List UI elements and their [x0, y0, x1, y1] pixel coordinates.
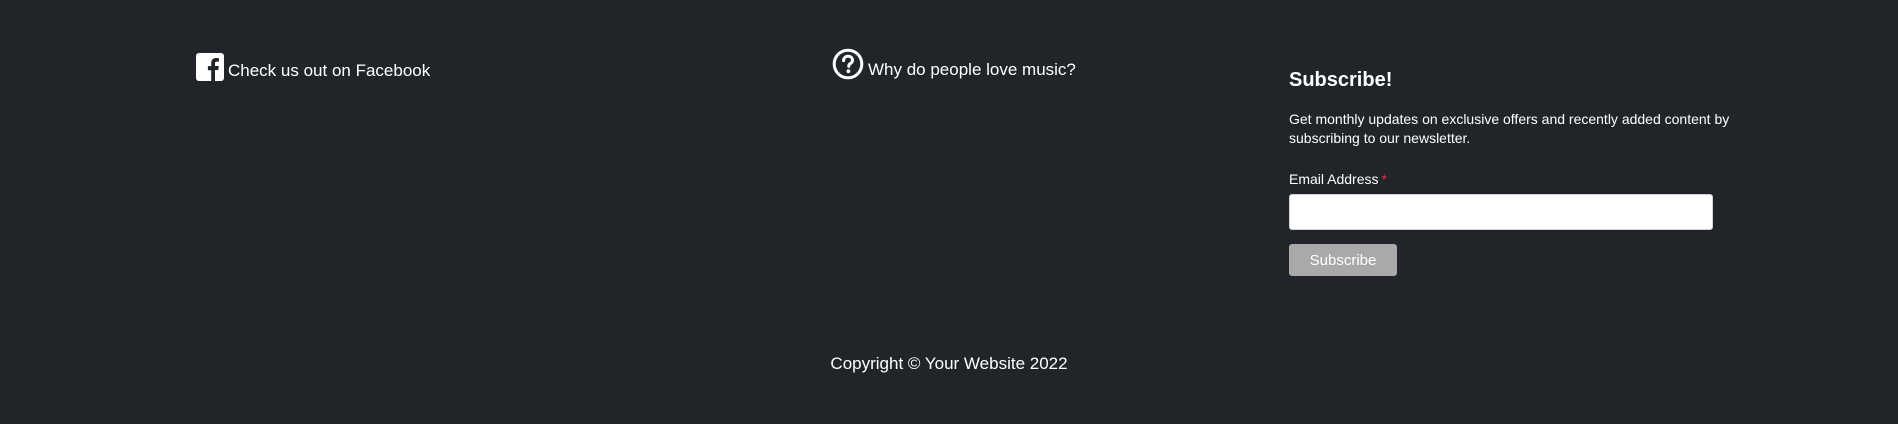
required-marker: *: [1381, 171, 1387, 187]
newsletter-section: Subscribe! Get monthly updates on exclus…: [1289, 66, 1749, 276]
question-circle-icon: [832, 48, 864, 80]
facebook-link-label: Check us out on Facebook: [228, 61, 431, 80]
facebook-icon: [196, 53, 224, 81]
copyright-text: Copyright © Your Website 2022: [830, 354, 1068, 373]
email-label: Email Address *: [1289, 170, 1749, 188]
email-label-text: Email Address: [1289, 171, 1379, 187]
why-love-music-label: Why do people love music?: [868, 60, 1076, 79]
email-field[interactable]: [1289, 194, 1713, 230]
facebook-link[interactable]: Check us out on Facebook: [196, 53, 430, 81]
subscribe-button[interactable]: Subscribe: [1289, 244, 1397, 276]
subscribe-heading: Subscribe!: [1289, 69, 1393, 91]
subscribe-description: Get monthly updates on exclusive offers …: [1289, 111, 1730, 146]
why-love-music-link[interactable]: Why do people love music?: [832, 48, 1076, 80]
